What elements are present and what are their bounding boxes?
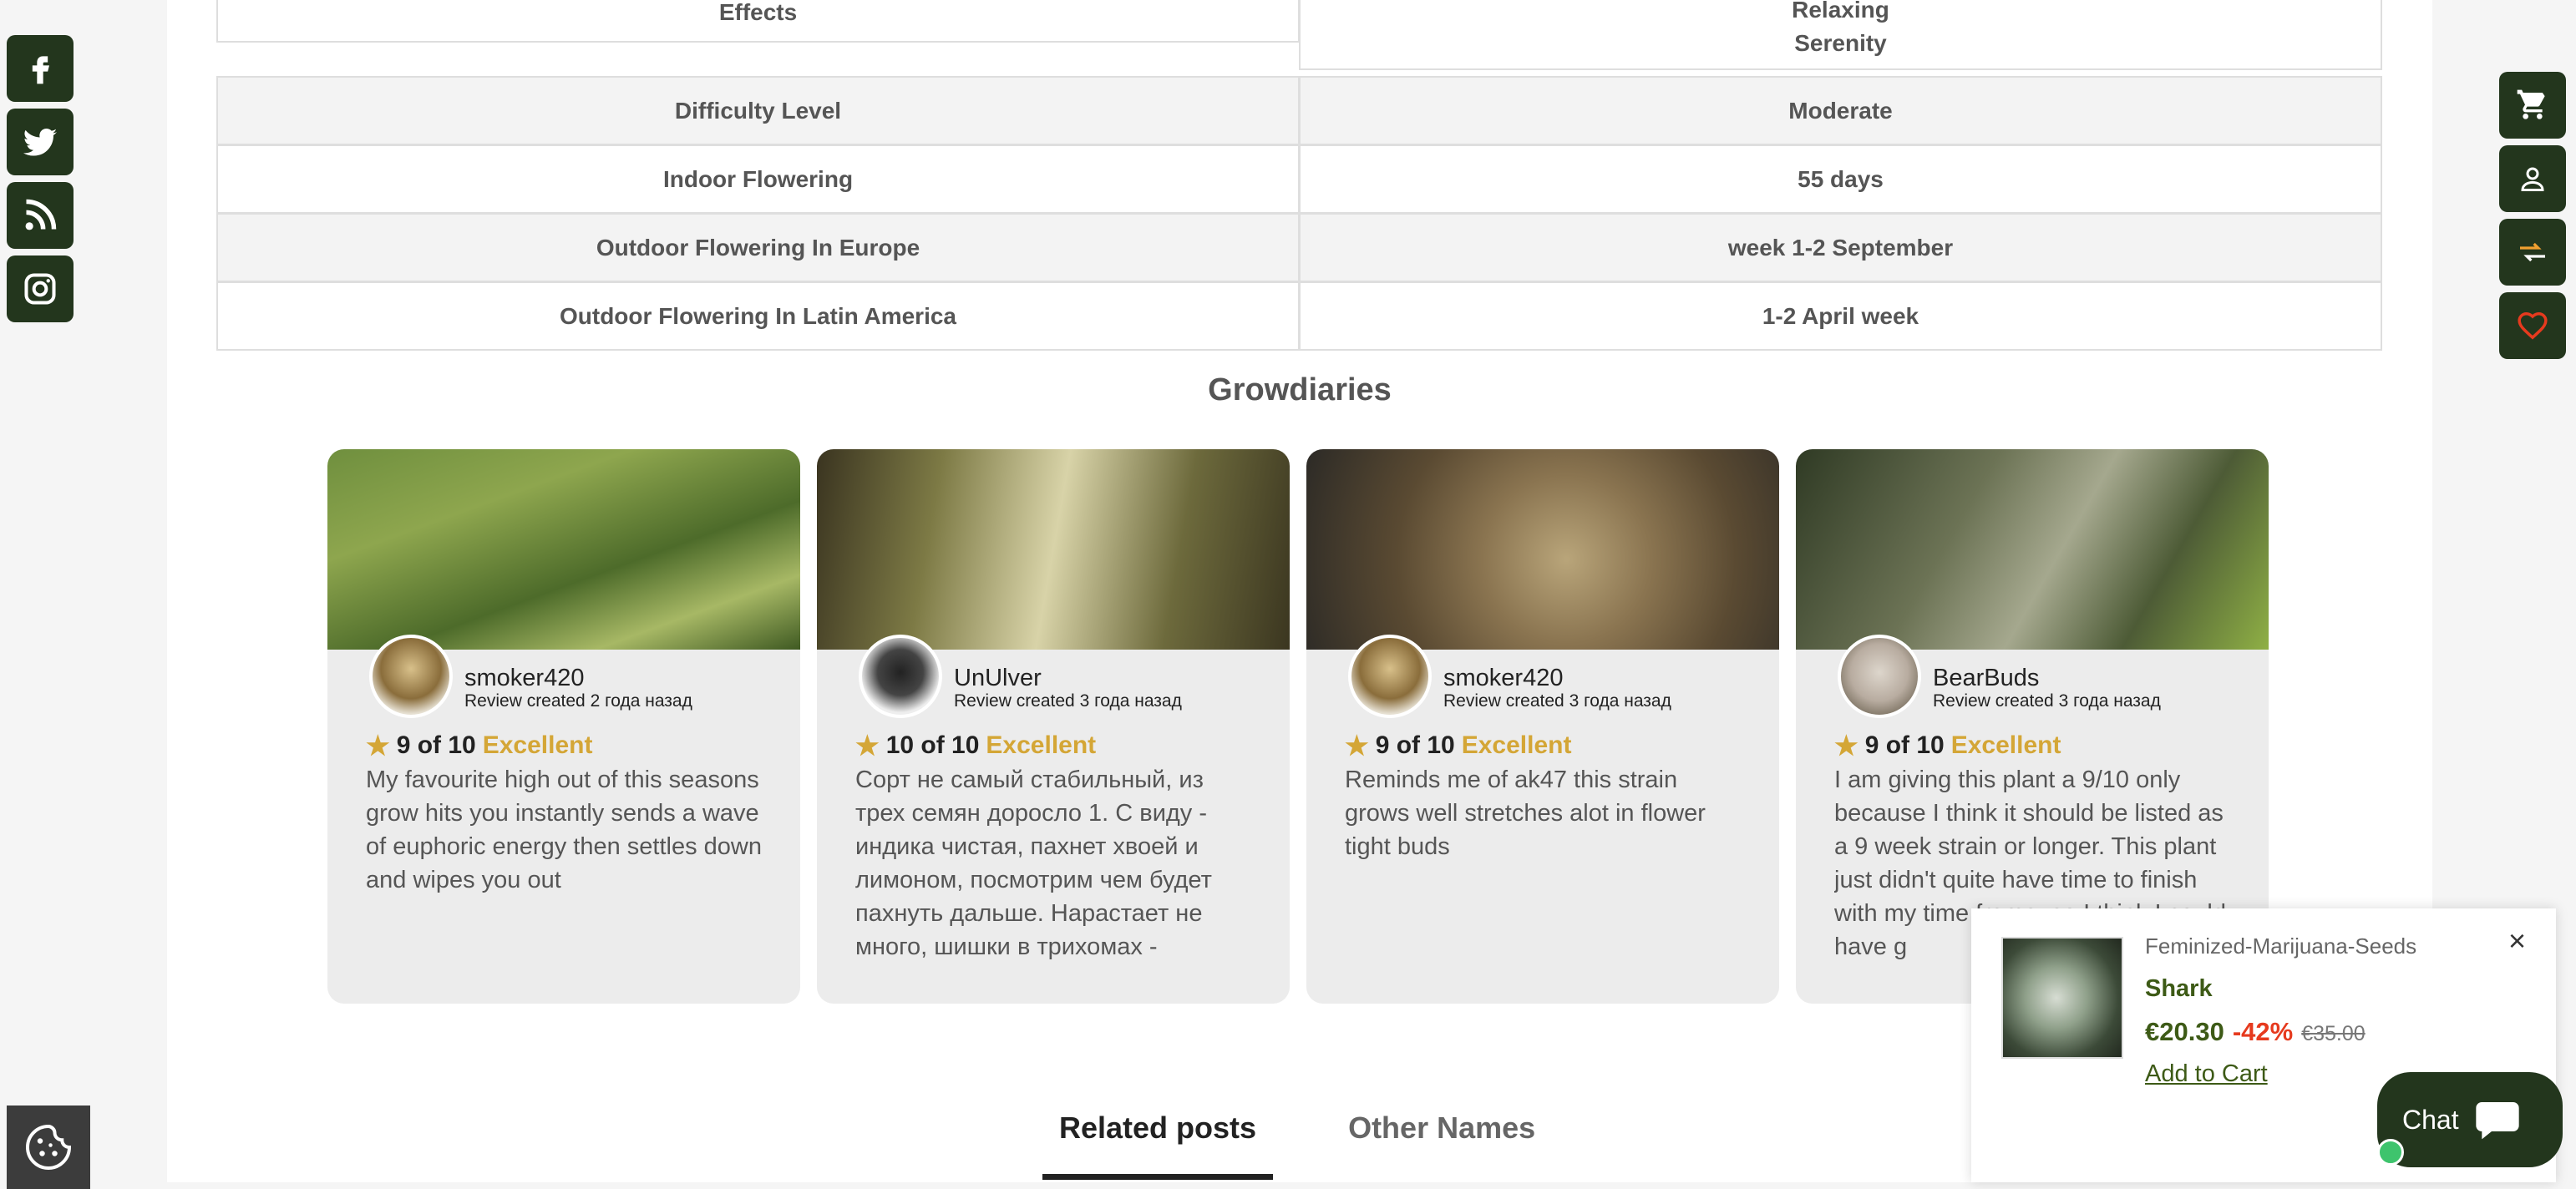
specs-label: Effects bbox=[216, 0, 1300, 43]
compare-button[interactable] bbox=[2499, 219, 2566, 286]
tools-bar bbox=[2499, 72, 2566, 359]
rating-score: 9 of 10 bbox=[1375, 731, 1455, 759]
user-icon bbox=[2521, 167, 2544, 191]
product-discount: -42% bbox=[2232, 1017, 2294, 1046]
chat-bubble-icon bbox=[2475, 1102, 2519, 1140]
product-category: Feminized-Marijuana-Seeds bbox=[2145, 933, 2417, 959]
review-text: Сорт не самый стабильный, из трех семян … bbox=[855, 767, 1212, 960]
specs-label: Indoor Flowering bbox=[216, 144, 1300, 214]
avatar bbox=[369, 635, 453, 718]
specs-row: Outdoor Flowering In Latin America 1-2 A… bbox=[216, 281, 2382, 351]
specs-row: Difficulty Level Moderate bbox=[216, 76, 2382, 145]
social-bar bbox=[7, 35, 74, 322]
review-text: Reminds me of ak47 this strain grows wel… bbox=[1345, 767, 1706, 860]
diary-photo[interactable] bbox=[1796, 449, 2269, 650]
rating-score: 9 of 10 bbox=[1864, 731, 1945, 759]
username[interactable]: smoker420 bbox=[1443, 665, 1563, 692]
specs-row: Indoor Flowering 55 days bbox=[216, 144, 2382, 214]
diary-card[interactable]: UnUlver Review created 3 года назад ★ 10… bbox=[817, 449, 1290, 1004]
rss-icon bbox=[25, 199, 57, 230]
compare-icon bbox=[2520, 242, 2545, 262]
wishlist-button[interactable] bbox=[2499, 292, 2566, 359]
specs-value: 55 days bbox=[1299, 144, 2382, 214]
rating: ★ 9 of 10 Excellent bbox=[1834, 730, 2061, 761]
effect-value: Relaxing bbox=[1792, 0, 1889, 23]
review-date: Review created 3 года назад bbox=[1933, 691, 2161, 711]
cart-button[interactable] bbox=[2499, 72, 2566, 139]
review-text: My favourite high out of this seasons gr… bbox=[366, 767, 762, 893]
avatar bbox=[1838, 635, 1921, 718]
review-date: Review created 2 года назад bbox=[464, 691, 692, 711]
facebook-icon bbox=[32, 56, 49, 84]
review-date: Review created 3 года назад bbox=[954, 691, 1182, 711]
diary-card[interactable]: smoker420 Review created 3 года назад ★ … bbox=[1306, 449, 1779, 1004]
close-icon[interactable]: × bbox=[2508, 923, 2526, 959]
diary-photo[interactable] bbox=[1306, 449, 1779, 650]
specs-value: week 1-2 September bbox=[1299, 213, 2382, 282]
specs-row-effects: Effects Relaxing Serenity bbox=[216, 0, 2382, 77]
product-name[interactable]: Shark bbox=[2145, 975, 2213, 1003]
instagram-button[interactable] bbox=[7, 256, 74, 322]
growdiaries-title: Growdiaries bbox=[1208, 372, 1392, 407]
specs-label: Outdoor Flowering In Europe bbox=[216, 213, 1300, 282]
tab-other-names[interactable]: Other Names bbox=[1348, 1111, 1535, 1180]
star-icon: ★ bbox=[366, 731, 390, 761]
rating-word: Excellent bbox=[1950, 731, 2061, 759]
username[interactable]: smoker420 bbox=[464, 665, 584, 692]
online-status-dot bbox=[2377, 1139, 2404, 1166]
specs-value: 1-2 April week bbox=[1299, 281, 2382, 351]
cookie-settings-button[interactable] bbox=[7, 1106, 90, 1189]
rating-word: Excellent bbox=[986, 731, 1097, 759]
rating: ★ 10 of 10 Excellent bbox=[855, 730, 1096, 761]
add-to-cart-link[interactable]: Add to Cart bbox=[2145, 1060, 2268, 1088]
specs-label: Difficulty Level bbox=[216, 76, 1300, 145]
diary-photo[interactable] bbox=[327, 449, 800, 650]
rating: ★ 9 of 10 Excellent bbox=[1345, 730, 1571, 761]
rating-score: 10 of 10 bbox=[885, 731, 980, 759]
specs-row: Outdoor Flowering In Europe week 1-2 Sep… bbox=[216, 213, 2382, 282]
specs-value: Moderate bbox=[1299, 76, 2382, 145]
specs-label: Outdoor Flowering In Latin America bbox=[216, 281, 1300, 351]
heart-icon bbox=[2518, 312, 2548, 340]
twitter-button[interactable] bbox=[7, 109, 74, 175]
username[interactable]: UnUlver bbox=[954, 665, 1042, 692]
rating-word: Excellent bbox=[482, 731, 593, 759]
facebook-button[interactable] bbox=[7, 35, 74, 102]
post-tabs: Related posts Other Names bbox=[1042, 1111, 1535, 1180]
effect-value: Serenity bbox=[1794, 30, 1887, 56]
rating-score: 9 of 10 bbox=[396, 731, 476, 759]
specs-value: Relaxing Serenity bbox=[1299, 0, 2382, 70]
diary-photo[interactable] bbox=[817, 449, 1290, 650]
product-price: €20.30 bbox=[2145, 1017, 2224, 1046]
star-icon: ★ bbox=[855, 731, 880, 761]
star-icon: ★ bbox=[1345, 731, 1369, 761]
rss-button[interactable] bbox=[7, 182, 74, 249]
tab-related-posts[interactable]: Related posts bbox=[1042, 1111, 1274, 1180]
rating: ★ 9 of 10 Excellent bbox=[366, 730, 592, 761]
username[interactable]: BearBuds bbox=[1933, 665, 2039, 692]
avatar bbox=[859, 635, 942, 718]
twitter-icon bbox=[23, 129, 58, 156]
star-icon: ★ bbox=[1834, 731, 1858, 761]
review-date: Review created 3 года назад bbox=[1443, 691, 1671, 711]
rating-word: Excellent bbox=[1461, 731, 1572, 759]
diary-card[interactable]: smoker420 Review created 2 года назад ★ … bbox=[327, 449, 800, 1004]
product-thumbnail[interactable] bbox=[2001, 937, 2123, 1059]
instagram-icon bbox=[24, 273, 56, 305]
cookie-icon bbox=[26, 1124, 72, 1170]
specs-table: Effects Relaxing Serenity Difficulty Lev… bbox=[216, 0, 2382, 351]
chat-label: Chat bbox=[2402, 1104, 2459, 1135]
chat-button[interactable]: Chat bbox=[2377, 1072, 2563, 1167]
product-old-price: €35.00 bbox=[2301, 1022, 2366, 1045]
product-prices: €20.30 -42% €35.00 bbox=[2145, 1017, 2366, 1047]
avatar bbox=[1348, 635, 1432, 718]
cart-icon bbox=[2517, 89, 2545, 119]
account-button[interactable] bbox=[2499, 145, 2566, 212]
